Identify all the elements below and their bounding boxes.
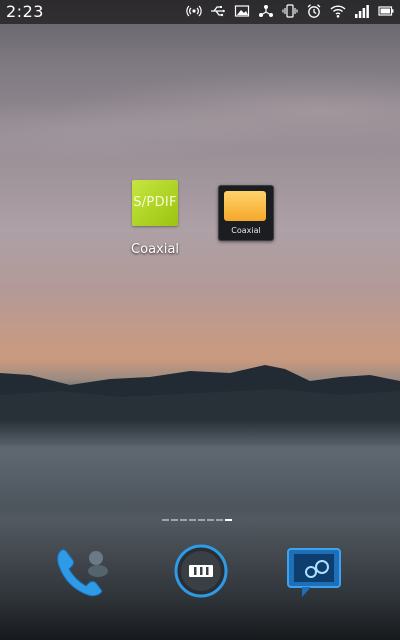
widget-label: Coaxial xyxy=(231,226,261,235)
app-drawer-icon[interactable] xyxy=(172,542,230,600)
status-bar: 2:23 xyxy=(0,0,400,24)
vibrate-icon xyxy=(282,3,298,19)
messaging-icon[interactable] xyxy=(284,545,346,603)
page-dot xyxy=(216,519,223,521)
page-dot xyxy=(189,519,196,521)
image-icon xyxy=(234,3,250,19)
spdif-app-icon[interactable]: S/PDIF xyxy=(132,180,178,226)
phone-icon[interactable] xyxy=(50,540,114,604)
app-label: Coaxial xyxy=(131,242,179,257)
page-dot xyxy=(162,519,169,521)
status-clock: 2:23 xyxy=(6,2,44,21)
page-dot xyxy=(171,519,178,521)
page-dot xyxy=(180,519,187,521)
hotspot-icon xyxy=(186,3,202,19)
page-dot-active xyxy=(225,519,232,521)
coaxial-widget[interactable]: Coaxial xyxy=(218,185,274,241)
wifi-icon xyxy=(330,3,346,19)
page-dot xyxy=(198,519,205,521)
page-indicator xyxy=(162,519,232,521)
app-shortcut-coaxial[interactable]: S/PDIF Coaxial xyxy=(125,180,185,257)
page-dot xyxy=(207,519,214,521)
share-icon xyxy=(258,3,274,19)
alarm-icon xyxy=(306,3,322,19)
usb-icon xyxy=(210,3,226,19)
fog-layer xyxy=(0,420,400,510)
battery-icon xyxy=(378,3,394,19)
signal-icon xyxy=(354,3,370,19)
widget-display xyxy=(224,191,266,221)
